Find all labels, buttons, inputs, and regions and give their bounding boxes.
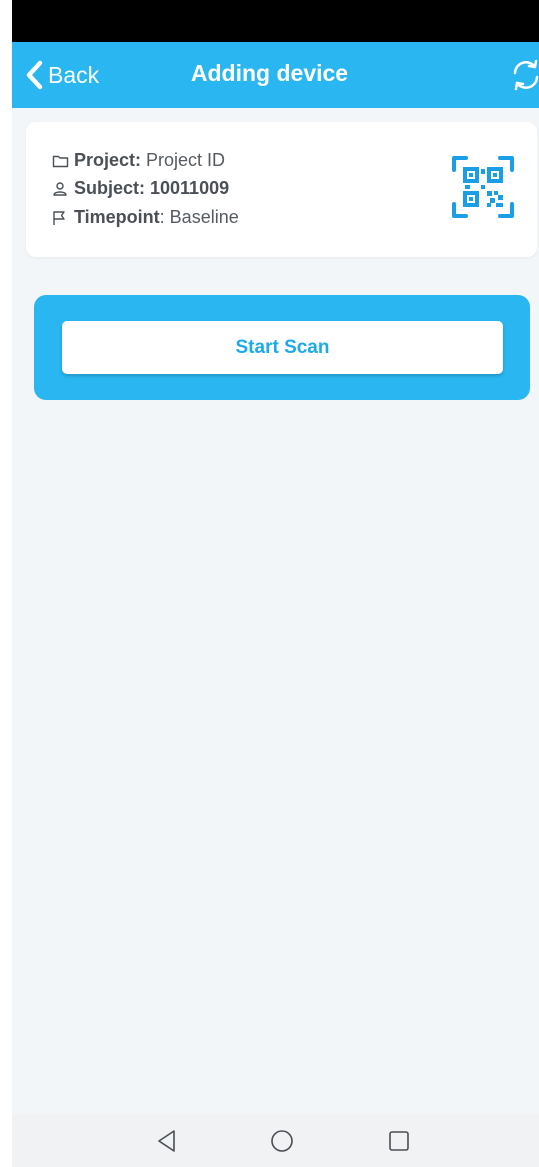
- qr-scan-button[interactable]: [452, 156, 514, 218]
- folder-icon: [52, 152, 70, 170]
- qr-code-icon: [452, 156, 514, 222]
- app-screen: Back Adding device Project: Project ID S…: [12, 0, 539, 1167]
- nav-home-button[interactable]: [267, 1126, 297, 1156]
- project-value: Project ID: [146, 150, 226, 170]
- project-row: Project: Project ID: [52, 150, 225, 171]
- scan-panel: Start Scan: [34, 295, 530, 400]
- triangle-back-icon: [152, 1130, 182, 1160]
- system-navigation-bar: [12, 1114, 539, 1167]
- page-title: Adding device: [190, 60, 349, 86]
- status-bar: [12, 0, 539, 42]
- nav-back-button[interactable]: [152, 1126, 182, 1156]
- project-key: Project:: [74, 150, 142, 170]
- refresh-button[interactable]: [509, 58, 539, 92]
- subject-key: Subject: 10011009: [74, 178, 230, 198]
- circle-home-icon: [267, 1130, 297, 1160]
- start-scan-button[interactable]: Start Scan: [62, 321, 503, 374]
- flag-icon: [52, 209, 70, 227]
- subject-row: Subject: 10011009: [52, 178, 229, 199]
- timepoint-key: Timepoint: [74, 207, 160, 227]
- person-icon: [52, 180, 70, 198]
- app-header: Back Adding device: [12, 42, 539, 108]
- square-recents-icon: [384, 1131, 414, 1160]
- nav-recents-button[interactable]: [384, 1126, 414, 1156]
- device-info-card: Project: Project ID Subject: 10011009 Ti…: [26, 122, 537, 257]
- timepoint-row: Timepoint : Baseline: [52, 207, 239, 228]
- refresh-icon: [509, 59, 539, 96]
- timepoint-value: : Baseline: [159, 207, 239, 227]
